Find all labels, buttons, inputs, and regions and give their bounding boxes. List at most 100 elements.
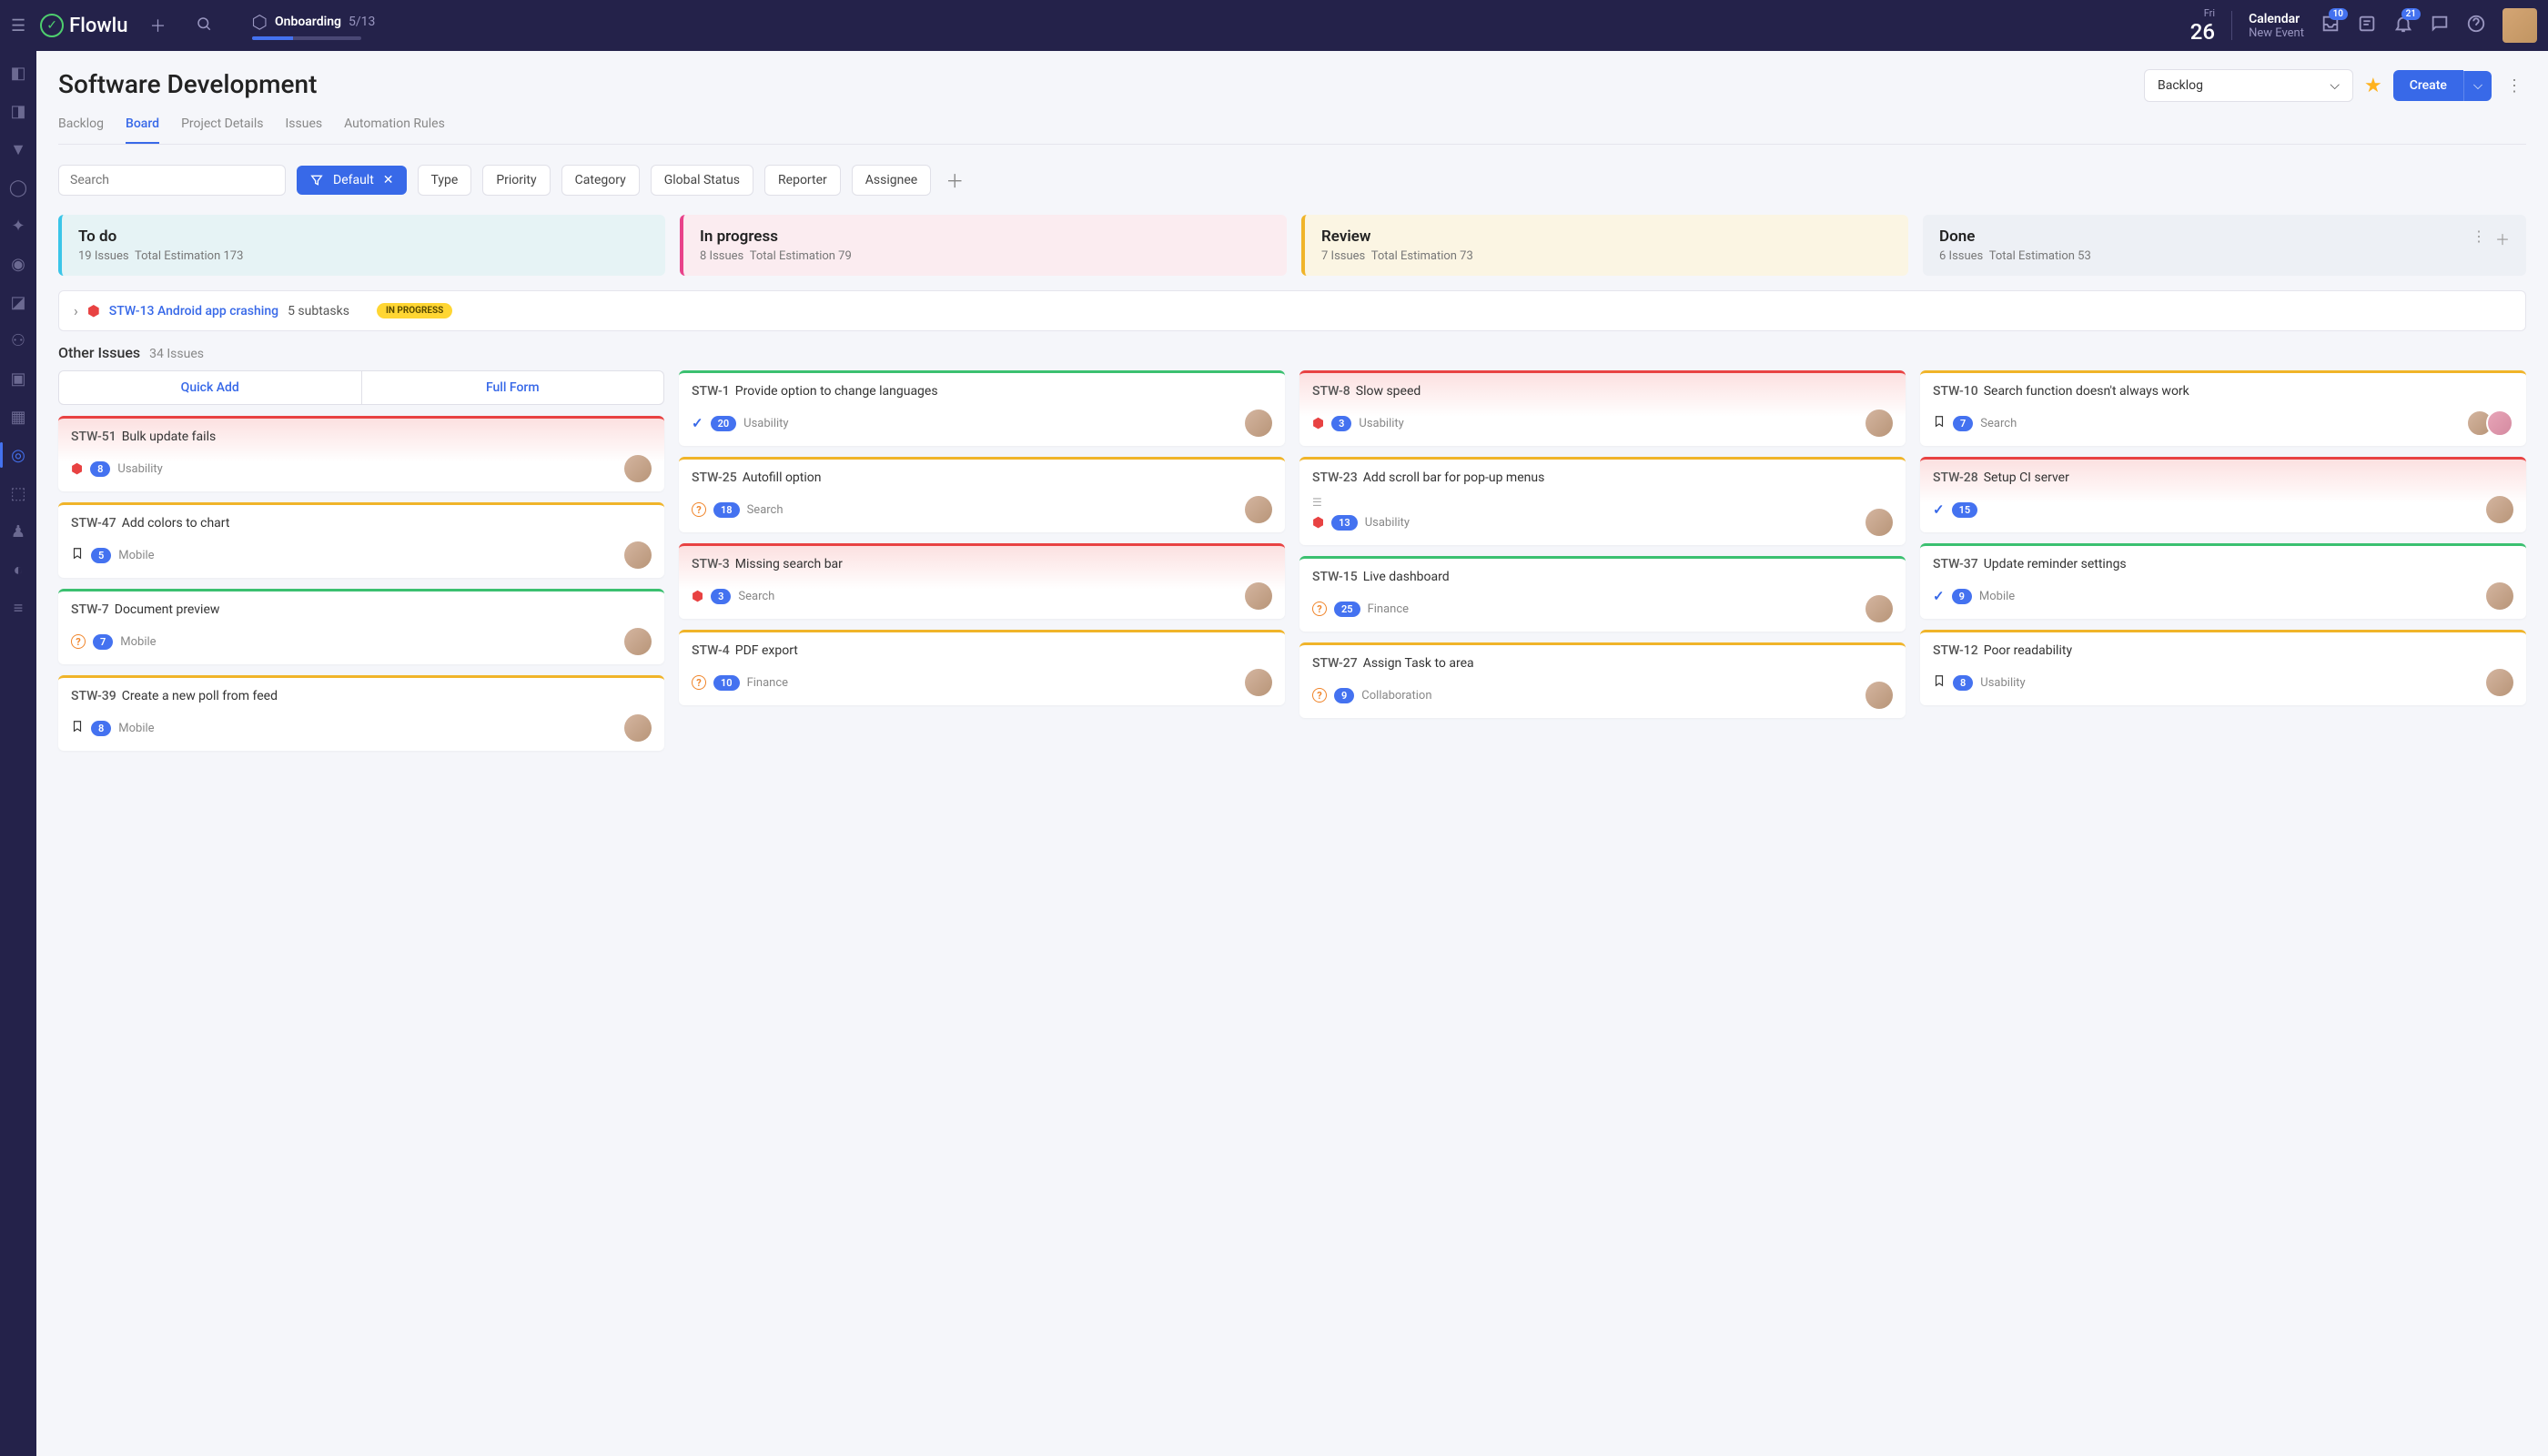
- bookmark-icon: [1933, 415, 1946, 431]
- count-badge: 8: [90, 461, 110, 477]
- bug-icon: ⬢: [1312, 415, 1324, 431]
- issue-card[interactable]: STW-51 Bulk update fails⬢8Usability: [58, 416, 664, 491]
- filter-category[interactable]: Category: [561, 165, 640, 196]
- card-title: Slow speed: [1356, 384, 1421, 399]
- filter-global-status[interactable]: Global Status: [651, 165, 753, 196]
- assignee-avatar[interactable]: [1866, 682, 1893, 709]
- assignee-avatar[interactable]: [2486, 582, 2513, 610]
- issue-card[interactable]: STW-1 Provide option to change languages…: [679, 370, 1285, 446]
- sidebar-item-8[interactable]: ⚇: [7, 329, 29, 351]
- sidebar-item-3[interactable]: ▼: [7, 138, 29, 160]
- full-form-button[interactable]: Full Form: [362, 371, 664, 404]
- sidebar-item-1[interactable]: ◧: [7, 62, 29, 84]
- issue-card[interactable]: STW-47 Add colors to chart5Mobile: [58, 502, 664, 578]
- assignee-avatar[interactable]: [624, 714, 652, 742]
- assignee-avatar[interactable]: [1245, 582, 1272, 610]
- assignee-avatar[interactable]: [624, 455, 652, 482]
- tab-board[interactable]: Board: [126, 109, 159, 144]
- calendar-block[interactable]: Calendar New Event: [2249, 12, 2304, 40]
- issue-card[interactable]: STW-10 Search function doesn't always wo…: [1920, 370, 2526, 446]
- sidebar-item-5[interactable]: ✦: [7, 215, 29, 237]
- add-filter-icon[interactable]: ＋: [942, 163, 967, 197]
- assignee-avatar[interactable]: [1245, 496, 1272, 523]
- assignee-avatar[interactable]: [624, 541, 652, 569]
- assignee-avatar[interactable]: [1866, 410, 1893, 437]
- filter-type[interactable]: Type: [418, 165, 472, 196]
- tab-issues[interactable]: Issues: [285, 109, 322, 144]
- assignee-avatar[interactable]: [624, 628, 652, 655]
- count-badge: 9: [1334, 688, 1354, 703]
- column-more-icon[interactable]: ⋮: [2472, 228, 2486, 249]
- subtask-link[interactable]: STW-13 Android app crashing: [109, 304, 278, 318]
- assignee-avatar[interactable]: [2486, 669, 2513, 696]
- issue-card[interactable]: STW-28 Setup CI server✓15: [1920, 457, 2526, 532]
- issue-card[interactable]: STW-39 Create a new poll from feed8Mobil…: [58, 675, 664, 751]
- notes-icon[interactable]: [2357, 14, 2377, 37]
- column-add-icon[interactable]: ＋: [2495, 228, 2510, 249]
- logo[interactable]: ✓ Flowlu: [40, 14, 127, 37]
- filter-reporter[interactable]: Reporter: [764, 165, 841, 196]
- onboarding-title: Onboarding: [275, 15, 341, 29]
- assignee-avatar[interactable]: [1866, 509, 1893, 536]
- onboarding-widget[interactable]: ⬡ Onboarding 5/13: [252, 11, 376, 40]
- sidebar-item-2[interactable]: ◨: [7, 100, 29, 122]
- sidebar-item-6[interactable]: ◉: [7, 253, 29, 275]
- bell-icon[interactable]: 21: [2393, 14, 2413, 37]
- inbox-icon[interactable]: 10: [2320, 14, 2341, 37]
- plus-icon[interactable]: ＋: [143, 6, 174, 45]
- sidebar-item-10[interactable]: ▦: [7, 406, 29, 428]
- issue-card[interactable]: STW-23 Add scroll bar for pop-up menus☰⬢…: [1299, 457, 1906, 545]
- issue-card[interactable]: STW-8 Slow speed⬢3Usability: [1299, 370, 1906, 446]
- filter-priority[interactable]: Priority: [482, 165, 550, 196]
- topbar: ☰ ✓ Flowlu ＋ ⬡ Onboarding 5/13 Fri 26: [0, 0, 2548, 51]
- sidebar-item-9[interactable]: ▣: [7, 368, 29, 389]
- star-icon[interactable]: ★: [2364, 75, 2382, 97]
- issue-card[interactable]: STW-12 Poor readability8Usability: [1920, 630, 2526, 705]
- tab-backlog[interactable]: Backlog: [58, 109, 104, 144]
- help-icon[interactable]: [2466, 14, 2486, 37]
- assignee-avatar[interactable]: [2486, 496, 2513, 523]
- assignee-avatar[interactable]: [2486, 410, 2513, 437]
- date-weekday: Fri: [2190, 7, 2215, 19]
- assignee-avatar[interactable]: [1245, 669, 1272, 696]
- close-icon[interactable]: ✕: [383, 173, 394, 187]
- tab-project-details[interactable]: Project Details: [181, 109, 263, 144]
- expand-icon[interactable]: ›: [74, 302, 78, 319]
- assignee-avatar[interactable]: [1245, 410, 1272, 437]
- sidebar-item-12[interactable]: ⬚: [7, 482, 29, 504]
- sidebar-item-active[interactable]: ◎: [7, 444, 29, 466]
- bookmark-icon: [1933, 674, 1946, 691]
- issue-card[interactable]: STW-15 Live dashboard?25Finance: [1299, 556, 1906, 632]
- assignee-avatar[interactable]: [1866, 595, 1893, 622]
- subtask-row[interactable]: › ⬢ STW-13 Android app crashing 5 subtas…: [58, 290, 2526, 331]
- user-avatar[interactable]: [2502, 8, 2537, 43]
- card-id: STW-3: [692, 557, 730, 571]
- date-block[interactable]: Fri 26: [2190, 7, 2215, 45]
- sidebar-item-15[interactable]: ≡: [7, 597, 29, 619]
- create-dropdown[interactable]: ⌵: [2463, 71, 2492, 101]
- sidebar-item-13[interactable]: ♟: [7, 521, 29, 542]
- search-input[interactable]: [58, 165, 286, 196]
- sidebar-item-4[interactable]: ◯: [7, 177, 29, 198]
- issue-card[interactable]: STW-4 PDF export?10Finance: [679, 630, 1285, 705]
- search-icon[interactable]: [188, 8, 219, 44]
- quick-add-button[interactable]: Quick Add: [59, 371, 362, 404]
- issue-card[interactable]: STW-3 Missing search bar⬢3Search: [679, 543, 1285, 619]
- more-icon[interactable]: ⋮: [2502, 73, 2526, 99]
- count-badge: 8: [1953, 675, 1973, 691]
- filter-assignee[interactable]: Assignee: [852, 165, 931, 196]
- view-select[interactable]: Backlog ⌵: [2144, 69, 2353, 102]
- card-tag: Mobile: [118, 549, 154, 562]
- issue-card[interactable]: STW-37 Update reminder settings✓9Mobile: [1920, 543, 2526, 619]
- progress-bar: [252, 36, 361, 40]
- menu-icon[interactable]: ☰: [11, 16, 25, 35]
- sidebar-item-7[interactable]: ◪: [7, 291, 29, 313]
- chat-icon[interactable]: [2430, 14, 2450, 37]
- issue-card[interactable]: STW-7 Document preview?7Mobile: [58, 589, 664, 664]
- sidebar-item-14[interactable]: ◐: [7, 559, 29, 581]
- create-button[interactable]: Create: [2393, 70, 2463, 101]
- issue-card[interactable]: STW-25 Autofill option?18Search: [679, 457, 1285, 532]
- issue-card[interactable]: STW-27 Assign Task to area?9Collaboratio…: [1299, 642, 1906, 718]
- tab-automation[interactable]: Automation Rules: [344, 109, 445, 144]
- filter-default[interactable]: Default ✕: [297, 166, 407, 195]
